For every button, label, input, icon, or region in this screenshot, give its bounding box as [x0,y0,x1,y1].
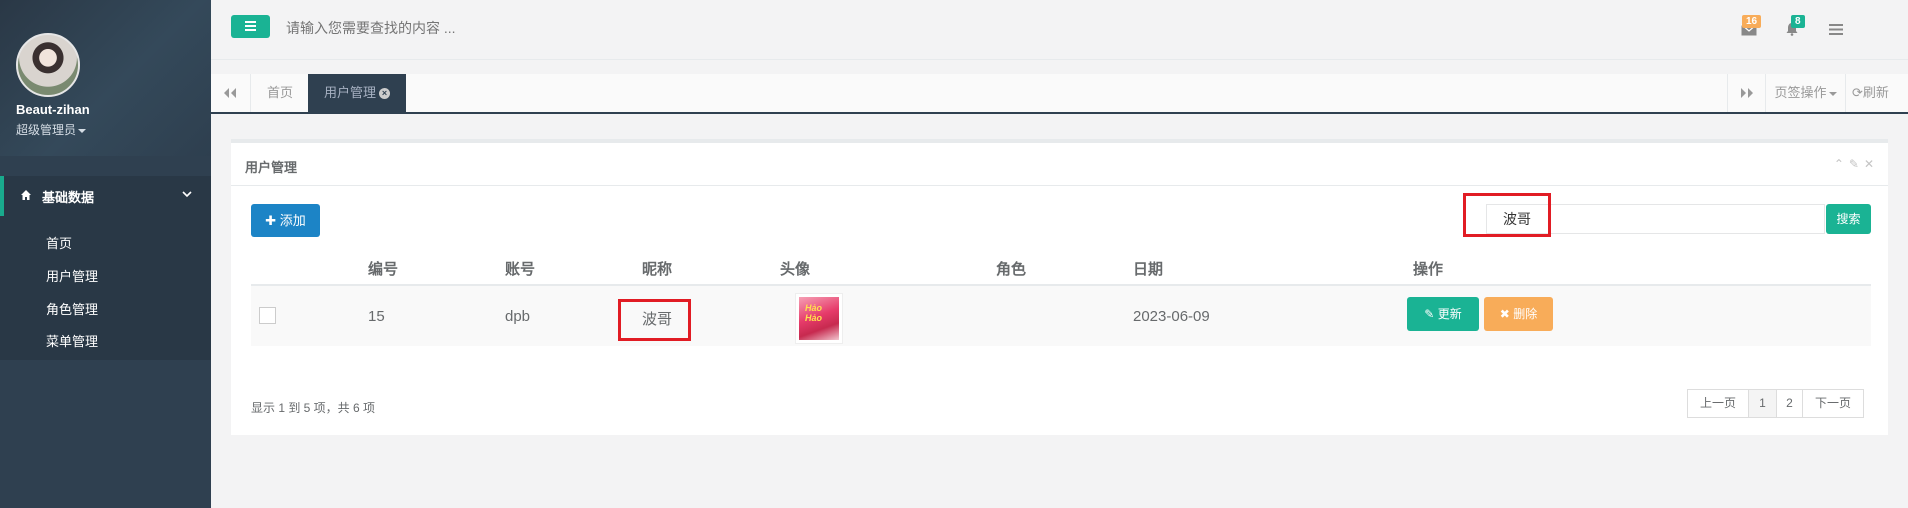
tab-home[interactable]: 首页 [251,74,309,112]
tab-user-management-label: 用户管理 [324,85,377,100]
sidebar-item-roles[interactable]: 角色管理 [46,299,98,318]
chevron-down-icon [182,191,192,198]
column-header-avatar[interactable]: 头像 [780,258,810,279]
add-button-label: 添加 [279,213,306,228]
panel-tools: ⌃ ✎ ✕ [1829,157,1874,171]
column-header-account[interactable]: 账号 [505,258,535,279]
caret-down-icon [1828,91,1837,96]
notification-count-badge: 8 [1791,15,1805,28]
row-checkbox[interactable] [259,307,276,324]
pagination-prev[interactable]: 上一页 [1687,389,1749,418]
profile-name: Beaut-zihan [16,102,90,117]
profile-role-dropdown[interactable]: 超级管理员 [16,121,87,138]
double-chevron-right-icon [1741,88,1753,98]
user-avatar-thumbnail: Hảo Hảo [795,293,843,344]
pagination-page-2[interactable]: 2 [1776,389,1803,418]
times-icon: ✖ [1499,307,1514,321]
avatar[interactable] [16,33,80,97]
search-button[interactable]: 搜索 [1826,204,1871,234]
sidebar-item-menus[interactable]: 菜单管理 [46,331,98,350]
update-button[interactable]: ✎ 更新 [1407,297,1479,331]
thumbnail-brand-text: Hảo Hảo [805,303,823,323]
column-header-id[interactable]: 编号 [368,258,398,279]
tabs-scroll-right-button[interactable] [1727,74,1765,112]
nickname-highlight-box [618,299,691,341]
page-ops-dropdown[interactable]: 页签操作 [1765,74,1845,112]
panel-title: 用户管理 [245,160,298,175]
tabs-scroll-left-button[interactable] [211,74,251,112]
pagination-next[interactable]: 下一页 [1802,389,1864,418]
top-navbar: 16 8 主题 [211,0,1908,60]
column-header-nickname[interactable]: 昵称 [642,258,672,279]
column-header-actions: 操作 [1413,261,1444,278]
plus-icon: ✚ [265,213,280,228]
wrench-icon[interactable]: ✎ [1849,157,1859,171]
edit-icon: ✎ [1424,307,1438,321]
collapse-icon[interactable]: ⌃ [1834,157,1844,171]
add-button[interactable]: ✚ 添加 [251,204,320,237]
column-header-date[interactable]: 日期 [1133,258,1163,279]
update-button-label: 更新 [1437,307,1462,321]
profile-role-label: 超级管理员 [16,123,77,137]
sidebar-item-home[interactable]: 首页 [46,233,72,252]
sidebar-section-label: 基础数据 [42,190,95,205]
pagination-page-1[interactable]: 1 [1748,389,1777,418]
table-row: 15 dpb 波哥 Hảo Hảo 2023-06-09 ✎ 更新 ✖ 删除 [251,286,1871,346]
table-header: 编号 账号 昵称 头像 角色 日期 操作 [251,247,1871,286]
sidebar-section-basic-data[interactable]: 基础数据 [0,176,211,216]
refresh-button[interactable]: ⟳刷新 [1845,74,1908,112]
close-icon[interactable]: ✕ [1864,157,1874,171]
column-header-role[interactable]: 角色 [996,258,1026,279]
cell-account: dpb [505,308,531,325]
page-tabs-bar: 首页 用户管理 × 页签操作 ⟳刷新 [211,74,1908,114]
tab-home-label: 首页 [267,85,294,100]
user-management-panel: 用户管理 ⌃ ✎ ✕ ✚ 添加 搜索 编号 账号 昵称 头像 角色 日期 操作 15… [231,139,1888,435]
profile-area: Beaut-zihan 超级管理员 [0,0,211,156]
sidebar-item-users[interactable]: 用户管理 [46,266,98,285]
sidebar-submenu: 首页 用户管理 角色管理 菜单管理 [0,216,211,360]
sidebar: Beaut-zihan 超级管理员 基础数据 首页 用户管理 角色管理 菜单管理 [0,0,211,508]
double-chevron-left-icon [224,88,236,98]
noodle-package-image: Hảo Hảo [799,297,839,340]
top-search-input[interactable] [286,20,586,36]
cell-id: 15 [368,308,385,325]
pagination-summary: 显示 1 到 5 项，共 6 项 [251,401,376,415]
mail-count-badge: 16 [1742,15,1762,28]
delete-button-label: 删除 [1513,307,1538,321]
menu-toggle-button[interactable] [231,15,270,38]
caret-down-icon [78,128,87,133]
panel-divider [231,185,1888,186]
tab-close-icon[interactable]: × [379,88,391,100]
home-icon [21,190,31,200]
page-ops-label: 页签操作 [1774,85,1827,100]
tab-user-management[interactable]: 用户管理 × [308,74,407,112]
refresh-label: 刷新 [1862,85,1889,100]
theme-list-icon[interactable] [1829,24,1843,35]
refresh-icon: ⟳ [1852,85,1863,100]
pagination: 上一页 1 2 下一页 [1687,389,1864,418]
cell-date: 2023-06-09 [1133,308,1210,325]
delete-button[interactable]: ✖ 删除 [1484,297,1553,331]
search-highlight-box [1463,193,1551,237]
